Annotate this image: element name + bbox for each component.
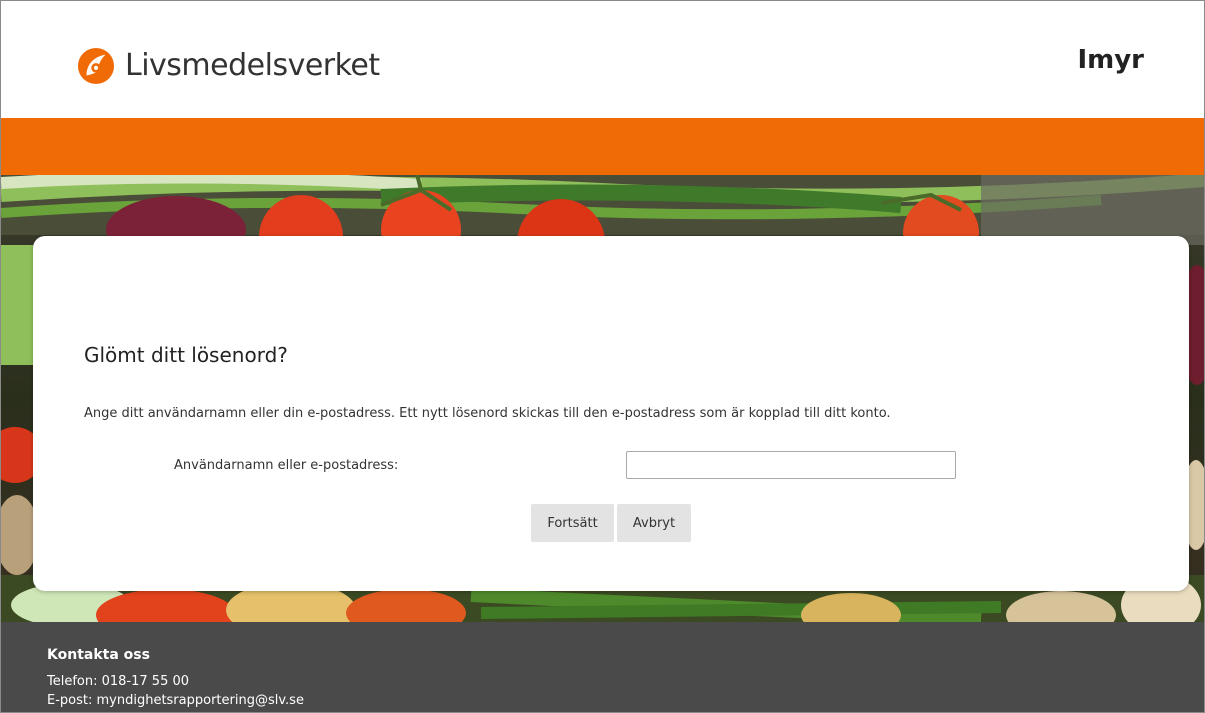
livsmedelsverket-logo-icon — [77, 47, 115, 85]
username-email-input[interactable] — [626, 451, 956, 479]
app-window: Livsmedelsverket Imyr Glömt ditt lösenor… — [0, 0, 1205, 713]
username-email-label: Användarnamn eller e-postadress: — [174, 458, 399, 473]
logo-text: Livsmedelsverket — [125, 48, 380, 83]
logo[interactable]: Livsmedelsverket — [77, 47, 380, 85]
cancel-button[interactable]: Avbryt — [617, 504, 691, 542]
continue-button[interactable]: Fortsätt — [531, 504, 614, 542]
site-header: Livsmedelsverket Imyr — [1, 1, 1204, 118]
site-footer: Kontakta oss Telefon: 018-17 55 00 E-pos… — [1, 622, 1204, 712]
contact-phone: Telefon: 018-17 55 00 — [47, 674, 190, 689]
instructions-text: Ange ditt användarnamn eller din e-posta… — [84, 406, 891, 421]
brand-band — [1, 118, 1204, 175]
forgot-password-card: Glömt ditt lösenord? Ange ditt användarn… — [33, 236, 1189, 591]
contact-email: E-post: myndighetsrapportering@slv.se — [47, 693, 304, 708]
contact-title: Kontakta oss — [47, 647, 150, 663]
user-name: Imyr — [1077, 45, 1144, 75]
page-title: Glömt ditt lösenord? — [84, 343, 288, 367]
